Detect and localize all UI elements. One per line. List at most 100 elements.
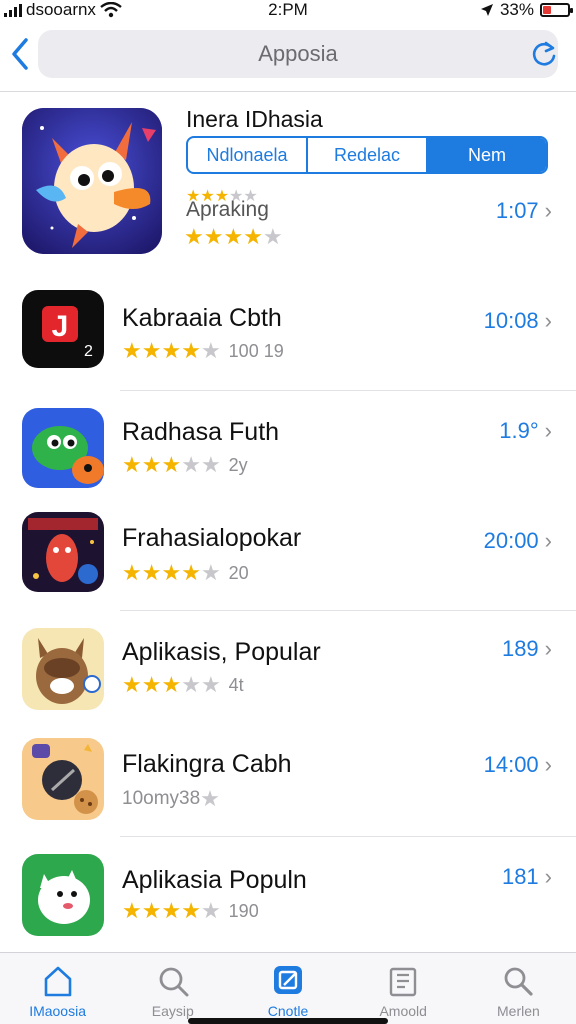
- tab-apps[interactable]: Cnotle: [230, 953, 345, 1024]
- location-arrow-icon: [480, 4, 493, 16]
- tab-find-label: Merlen: [497, 1003, 540, 1019]
- reload-button[interactable]: [530, 40, 558, 68]
- battery-percent: 33%: [499, 0, 534, 19]
- featured-app-icon: [22, 108, 162, 254]
- rating-count: 4t: [228, 674, 244, 695]
- star-icon: ★: [161, 452, 182, 477]
- app-price[interactable]: 14:00 ›: [484, 752, 552, 778]
- app-icon: [22, 738, 104, 820]
- star-icon: ★: [200, 786, 220, 811]
- featured-price[interactable]: 1:07 ›: [496, 198, 552, 224]
- chevron-right-icon: ›: [544, 418, 552, 443]
- chevron-right-icon: ›: [544, 528, 552, 553]
- featured-price-label: 1:07: [495, 198, 539, 223]
- star-icon: ★: [141, 560, 162, 585]
- star-icon: ★: [200, 560, 221, 585]
- battery-icon: [540, 3, 573, 17]
- featured-app-name: Inera IDhasia: [186, 106, 323, 132]
- svg-text:2: 2: [84, 343, 93, 360]
- star-icon: ★: [200, 672, 221, 697]
- status-right: 33%: [480, 0, 573, 20]
- app-price[interactable]: 10:08 ›: [484, 308, 552, 334]
- star-icon: ★: [203, 224, 224, 249]
- status-bar: dsooarnx 2:PM 33%: [0, 0, 576, 22]
- chevron-right-icon: ›: [544, 308, 552, 333]
- row-separator: [120, 610, 576, 611]
- app-name: Flakingra Cabh: [122, 750, 292, 778]
- chevron-left-icon: [12, 38, 28, 70]
- back-button[interactable]: [8, 36, 36, 76]
- app-price[interactable]: 1.9° ›: [499, 418, 552, 444]
- app-icon: [22, 512, 104, 592]
- tab-home[interactable]: IMaoosia: [0, 953, 115, 1024]
- chevron-right-icon: ›: [544, 636, 552, 661]
- star-icon: ★: [223, 224, 244, 249]
- app-price[interactable]: 181 ›: [502, 864, 552, 890]
- search-bar[interactable]: [38, 30, 558, 78]
- price-label: 1.9°: [499, 418, 539, 443]
- star-icon: ★: [122, 452, 142, 477]
- chevron-right-icon: ›: [544, 864, 552, 889]
- featured-subtitle: Apraking: [186, 198, 269, 221]
- app-name: Aplikasis, Popular: [122, 638, 321, 666]
- tab-apps-label: Cnotle: [267, 1003, 309, 1019]
- tab-search-label: Eaysip: [151, 1003, 194, 1019]
- app-name: Radhasa Futh: [122, 418, 280, 446]
- rating-count: 190: [228, 900, 259, 921]
- app-name: Kabraaia Cbth: [122, 304, 282, 332]
- star-icon: ★: [141, 452, 162, 477]
- segment-2[interactable]: Redelac: [308, 138, 428, 172]
- featured-app-row[interactable]: Inera IDhasia Ndlonaela Redelac Nem ★ ★ ★ ★…: [0, 94, 576, 270]
- segmented-control: Ndlonaela Redelac Nem: [186, 136, 548, 174]
- search-icon: [505, 967, 534, 996]
- star-icon: ★: [161, 672, 182, 697]
- star-icon: ★: [200, 452, 221, 477]
- search-input[interactable]: [38, 30, 558, 78]
- star-icon: ★: [141, 672, 162, 697]
- app-icon: J2: [22, 290, 104, 368]
- segment-3[interactable]: Nem: [428, 138, 546, 172]
- price-label: 181: [501, 864, 539, 889]
- home-indicator: [188, 1018, 388, 1024]
- chevron-right-icon: ›: [544, 198, 552, 223]
- star-icon: ★: [122, 672, 142, 697]
- home-icon: [44, 966, 71, 997]
- price-label: 14:00: [483, 752, 539, 777]
- tab-library[interactable]: Amoold: [346, 953, 461, 1024]
- star-icon: ★: [181, 672, 201, 697]
- app-rating: 10omy38 ★: [122, 786, 220, 812]
- app-name: Aplikasia Populn: [122, 866, 307, 894]
- tab-search[interactable]: Eaysip: [115, 953, 230, 1024]
- star-icon: ★: [181, 452, 201, 477]
- featured-rating-stars: ★ ★ ★ ★ ★: [184, 224, 283, 250]
- app-rating: ★ ★ ★ ★ ★ 2y: [122, 452, 248, 478]
- rating-count: 10omy38: [122, 788, 201, 809]
- rating-count: 2y: [228, 454, 248, 475]
- rating-count: 20: [228, 562, 249, 583]
- navigation-bar: [0, 28, 576, 92]
- star-icon: ★: [200, 898, 221, 923]
- star-icon: ★: [181, 338, 201, 363]
- app-icon: [22, 408, 104, 488]
- app-rating: ★ ★ ★ ★ ★ 4t: [122, 672, 244, 698]
- star-icon: ★: [184, 224, 204, 249]
- price-label: 189: [501, 636, 539, 661]
- app-rating: ★ ★ ★ ★ ★ 190: [122, 898, 259, 924]
- app-icon: [22, 854, 104, 936]
- battery-level: [543, 6, 551, 14]
- apps-icon: [274, 966, 302, 994]
- star-icon: ★: [122, 338, 142, 363]
- star-icon: ★: [161, 560, 182, 585]
- app-price[interactable]: 189 ›: [502, 636, 552, 662]
- tab-find[interactable]: Merlen: [461, 953, 576, 1024]
- price-label: 20:00: [483, 528, 539, 553]
- app-rating: ★ ★ ★ ★ ★ 20: [122, 560, 249, 586]
- star-icon: ★: [141, 338, 162, 363]
- star-icon: ★: [200, 338, 221, 363]
- star-icon: ★: [141, 898, 162, 923]
- app-price[interactable]: 20:00 ›: [484, 528, 552, 554]
- chevron-right-icon: ›: [544, 752, 552, 777]
- book-icon: [390, 967, 417, 997]
- rating-count: 100 19: [228, 340, 284, 361]
- segment-1[interactable]: Ndlonaela: [188, 138, 308, 172]
